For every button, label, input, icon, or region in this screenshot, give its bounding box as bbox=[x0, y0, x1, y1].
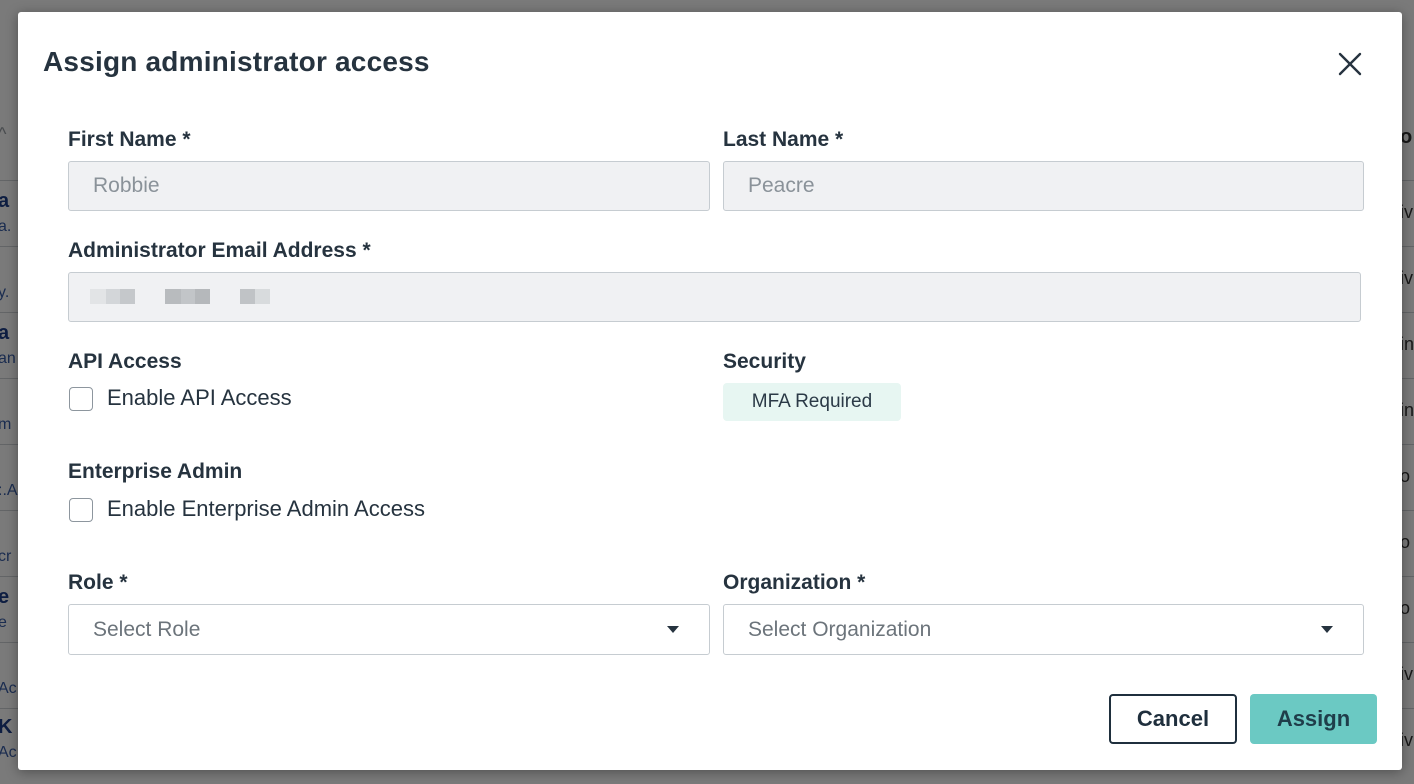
email-label: Administrator Email Address * bbox=[68, 239, 371, 262]
assign-admin-dialog: Assign administrator access First Name *… bbox=[18, 12, 1402, 770]
organization-select[interactable]: Select Organization bbox=[723, 604, 1364, 655]
close-icon bbox=[1338, 52, 1362, 76]
api-access-label: API Access bbox=[68, 350, 182, 373]
last-name-label: Last Name * bbox=[723, 128, 844, 151]
role-label: Role * bbox=[68, 571, 128, 594]
chevron-down-icon bbox=[667, 626, 679, 633]
organization-label: Organization * bbox=[723, 571, 866, 594]
cancel-button[interactable]: Cancel bbox=[1109, 694, 1237, 744]
security-label: Security bbox=[723, 350, 806, 373]
enterprise-admin-label: Enterprise Admin bbox=[68, 460, 243, 483]
email-redaction bbox=[90, 289, 290, 304]
dialog-title: Assign administrator access bbox=[43, 46, 430, 77]
enterprise-admin-checkbox-label[interactable]: Enable Enterprise Admin Access bbox=[107, 496, 425, 522]
assign-button[interactable]: Assign bbox=[1250, 694, 1377, 744]
organization-select-value: Select Organization bbox=[748, 617, 932, 641]
api-access-checkbox[interactable] bbox=[69, 387, 93, 411]
api-access-checkbox-label[interactable]: Enable API Access bbox=[107, 385, 292, 411]
mfa-status-badge: MFA Required bbox=[723, 383, 901, 421]
chevron-down-icon bbox=[1321, 626, 1333, 633]
enterprise-admin-checkbox[interactable] bbox=[69, 498, 93, 522]
role-select-value: Select Role bbox=[93, 617, 201, 641]
first-name-label: First Name * bbox=[68, 128, 191, 151]
first-name-input[interactable] bbox=[68, 161, 710, 211]
last-name-input[interactable] bbox=[723, 161, 1364, 211]
role-select[interactable]: Select Role bbox=[68, 604, 710, 655]
close-button[interactable] bbox=[1332, 46, 1368, 82]
